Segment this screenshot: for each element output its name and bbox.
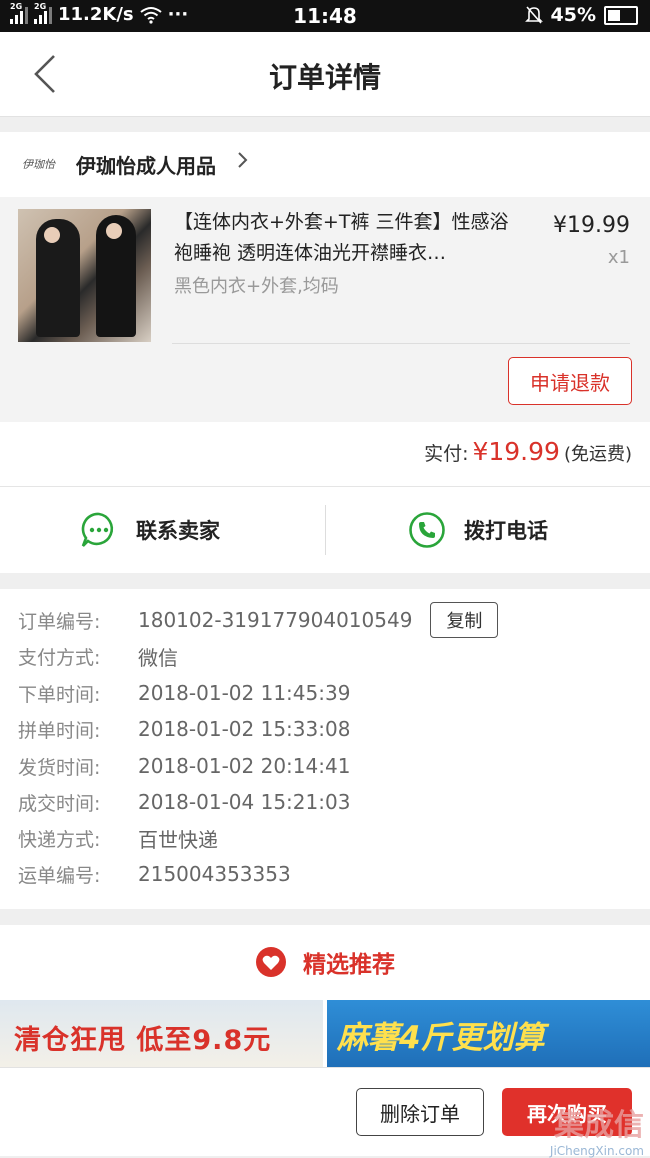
battery-icon — [604, 5, 638, 25]
status-bar: 2G 2G 11.2K/s ··· 11:48 45% — [0, 0, 650, 32]
product-price: ¥19.99 — [553, 213, 630, 238]
banner-mochi[interactable]: 麻薯4斤更划算 — [327, 1000, 650, 1067]
call-phone-label: 拨打电话 — [464, 519, 548, 543]
page-title: 订单详情 — [268, 61, 381, 94]
order-time-row: 下单时间: 2018-01-02 11:45:39 — [18, 681, 351, 706]
recommend-header: 精选推荐 — [0, 925, 650, 1000]
shipping-note: (免运费) — [563, 444, 632, 465]
ship-time-row: 发货时间: 2018-01-02 20:14:41 — [18, 754, 351, 779]
product-quantity: x1 — [607, 247, 630, 268]
product-spec: 黑色内衣+外套,均码 — [174, 276, 339, 297]
deal-time-row: 成交时间: 2018-01-04 15:21:03 — [18, 790, 351, 815]
paid-amount: ¥19.99 — [472, 437, 560, 466]
chat-icon — [81, 512, 114, 547]
recommend-title: 精选推荐 — [303, 952, 395, 978]
refund-button[interactable]: 申请退款 — [508, 357, 632, 405]
divider — [172, 343, 630, 344]
order-number: 180102-319177904010549 — [138, 608, 413, 632]
order-info: 订单编号: 180102-319177904010549 复制 支付方式: 微信… — [0, 589, 650, 909]
battery-percent: 45% — [550, 4, 596, 26]
heart-icon — [256, 947, 286, 977]
shop-header[interactable]: 伊珈怡 伊珈怡成人用品 — [0, 132, 650, 197]
recommend-banners: 清仓狂甩 低至9.8元 麻薯4斤更划算 — [0, 1000, 650, 1067]
order-number-row: 订单编号: 180102-319177904010549 复制 — [18, 602, 499, 638]
divider — [325, 505, 326, 555]
product-image[interactable] — [18, 209, 151, 342]
paid-label: 实付: — [424, 443, 469, 465]
mute-bell-icon — [524, 6, 543, 24]
payment-summary: 实付: ¥19.99 (免运费) — [0, 422, 650, 487]
contact-bar: 联系卖家 拨打电话 — [0, 487, 650, 573]
shop-logo: 伊珈怡 — [22, 158, 55, 171]
payment-method-row: 支付方式: 微信 — [18, 645, 178, 670]
nav-bar: 订单详情 — [0, 32, 650, 117]
courier-row: 快递方式: 百世快递 — [18, 827, 218, 852]
contact-seller-label: 联系卖家 — [136, 519, 220, 543]
phone-icon — [409, 512, 445, 548]
copy-button[interactable]: 复制 — [430, 602, 499, 638]
banner-clearance[interactable]: 清仓狂甩 低至9.8元 — [0, 1000, 323, 1067]
contact-seller-button[interactable]: 联系卖家 — [80, 487, 220, 573]
chevron-right-icon — [238, 152, 248, 168]
call-phone-button[interactable]: 拨打电话 — [408, 487, 548, 573]
product-title: 【连体内衣+外套+T裤 三件套】性感浴袍睡袍 透明连体油光开襟睡衣… — [174, 211, 509, 264]
delete-order-button[interactable]: 删除订单 — [356, 1088, 484, 1136]
watermark: 集成信 JiChengXin.com — [549, 1108, 644, 1158]
group-time-row: 拼单时间: 2018-01-02 15:33:08 — [18, 717, 351, 742]
product-item[interactable]: 【连体内衣+外套+T裤 三件套】性感浴袍睡袍 透明连体油光开襟睡衣… 黑色内衣+… — [0, 197, 650, 422]
tracking-number-row: 运单编号: 215004353353 — [18, 862, 291, 887]
shop-name[interactable]: 伊珈怡成人用品 — [76, 150, 216, 179]
